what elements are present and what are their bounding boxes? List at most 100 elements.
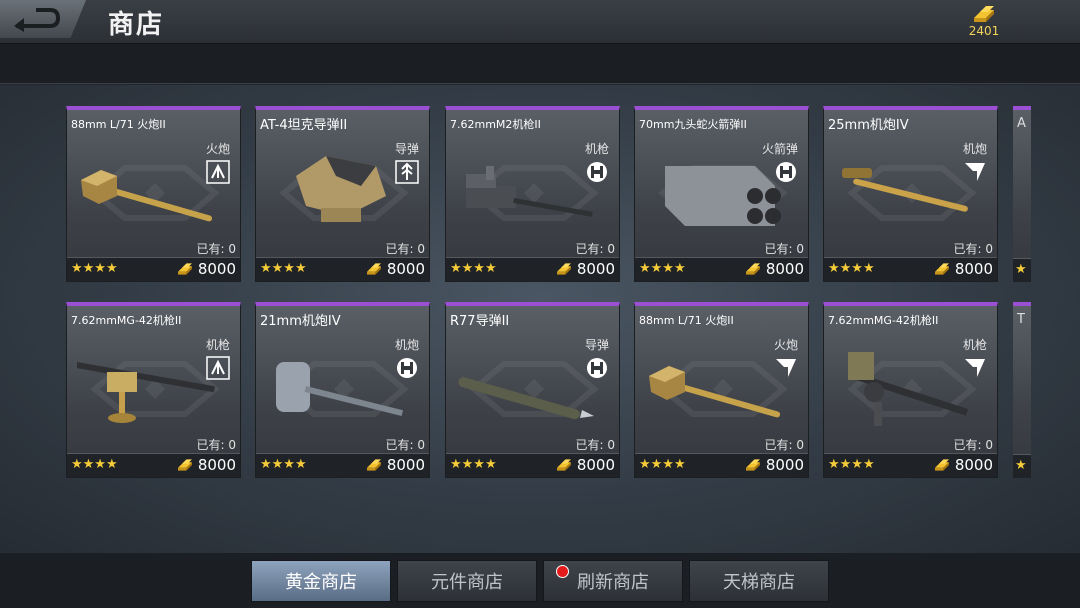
sub-bar [0,44,1080,84]
shop-item-card[interactable]: 88mm L/71 火炮II 火炮 已有: 0 ★★★★ 8000 [66,106,241,282]
star-rating: ★★★★ [71,457,118,472]
weapon-image [645,146,785,236]
shop-grid: 88mm L/71 火炮II 火炮 已有: 0 ★★★★ 8000 AT-4坦克导弹II 导… [0,85,1080,553]
weapon-image [456,146,596,236]
shop-tab-bar: 黄金商店 元件商店 刷新商店 天梯商店 [0,553,1080,608]
weapon-image [266,342,406,432]
owned-count: 已有: 0 [385,438,426,452]
price-value: 8000 [576,456,615,474]
owned-count: 已有: 0 [953,438,994,452]
back-arrow-icon [14,8,61,32]
top-bar: 商店 2401 [0,0,1080,44]
star-rating: ★★★★ [260,457,307,472]
star-rating: ★★★★ [450,261,497,276]
gold-bar-icon [974,6,994,22]
item-price[interactable]: 8000 [174,260,236,278]
item-price[interactable]: 8000 [931,456,993,474]
shop-item-card[interactable]: 21mm机炮IV 机炮 已有: 0 ★★★★ 8000 [255,302,430,478]
gold-currency: 2401 [964,4,1004,38]
gold-bar-icon [556,459,571,471]
shop-item-card[interactable]: 7.62mmMG-42机枪II 机枪 已有: 0 ★★★★ 8000 [66,302,241,478]
gold-bar-icon [934,263,949,275]
shop-item-card[interactable]: AT-4坦克导弹II 导弹 已有: 0 ★★★★ 8000 [255,106,430,282]
item-price[interactable]: 8000 [174,456,236,474]
tab-parts-shop[interactable]: 元件商店 [397,560,537,602]
star-rating: ★★★★ [639,457,686,472]
item-name: R77导弹II [450,314,510,329]
card-footer: ★★★★ 8000 [824,453,997,477]
shop-item-card[interactable]: 70mm九头蛇火箭弹II 火箭弹 已有: 0 ★★★★ 8000 [634,106,809,282]
owned-count: 已有: 0 [764,242,805,256]
price-value: 8000 [765,260,804,278]
weapon-image [834,146,974,236]
owned-count: 已有: 0 [575,242,616,256]
notification-dot [556,565,569,578]
item-price[interactable]: 8000 [363,456,425,474]
weapon-image [456,342,596,432]
gold-bar-icon [366,263,381,275]
tab-label: 天梯商店 [723,572,795,593]
item-name: 7.62mmMG-42机枪II [71,314,182,327]
owned-count: 已有: 0 [764,438,805,452]
item-name: 7.62mmMG-42机枪II [828,314,939,327]
gold-amount: 2401 [968,24,1000,38]
item-name: 21mm机炮IV [260,314,341,329]
item-price[interactable]: 8000 [742,260,804,278]
card-footer: ★★★★ 8000 [256,453,429,477]
tab-label: 黄金商店 [285,572,357,593]
card-footer: ★★★★ 8000 [635,257,808,281]
star-rating: ★★★★ [450,457,497,472]
owned-count: 已有: 0 [953,242,994,256]
shop-item-card[interactable]: 7.62mmM2机枪II 机枪 已有: 0 ★★★★ 8000 [445,106,620,282]
tab-gold-shop[interactable]: 黄金商店 [251,560,391,602]
back-button[interactable] [0,0,86,38]
shop-item-card[interactable]: 7.62mmMG-42机枪II 机枪 已有: 0 ★★★★ 8000 [823,302,998,478]
item-name: 70mm九头蛇火箭弹II [639,118,747,131]
owned-count: 已有: 0 [575,438,616,452]
shop-item-card-partial[interactable]: T ★ [1013,302,1031,478]
card-footer: ★★★★ 8000 [635,453,808,477]
item-name-partial: A [1017,116,1026,131]
tab-label: 元件商店 [431,572,503,593]
star-rating: ★ [1015,458,1027,473]
owned-count: 已有: 0 [385,242,426,256]
item-price[interactable]: 8000 [931,260,993,278]
star-rating: ★★★★ [828,261,875,276]
card-footer: ★★★★ 8000 [256,257,429,281]
item-name: AT-4坦克导弹II [260,118,348,133]
price-value: 8000 [386,456,425,474]
price-value: 8000 [197,456,236,474]
star-rating: ★★★★ [828,457,875,472]
item-price[interactable]: 8000 [742,456,804,474]
item-name: 88mm L/71 火炮II [71,118,166,131]
gold-bar-icon [177,263,192,275]
card-footer: ★★★★ 8000 [67,453,240,477]
shop-item-card[interactable]: 25mm机炮IV 机炮 已有: 0 ★★★★ 8000 [823,106,998,282]
price-value: 8000 [954,260,993,278]
shop-item-card[interactable]: R77导弹II 导弹 已有: 0 ★★★★ 8000 [445,302,620,478]
shop-item-card[interactable]: 88mm L/71 火炮II 火炮 已有: 0 ★★★★ 8000 [634,302,809,478]
card-footer: ★★★★ 8000 [67,257,240,281]
price-value: 8000 [576,260,615,278]
star-rating: ★ [1015,262,1027,277]
gold-bar-icon [366,459,381,471]
gold-bar-icon [934,459,949,471]
item-name-partial: T [1017,312,1025,327]
tab-ladder-shop[interactable]: 天梯商店 [689,560,829,602]
weapon-image [77,146,217,236]
item-price[interactable]: 8000 [553,456,615,474]
item-name: 25mm机炮IV [828,118,909,133]
card-footer: ★★★★ 8000 [824,257,997,281]
shop-item-card-partial[interactable]: A ★ [1013,106,1031,282]
card-footer: ★★★★ 8000 [446,257,619,281]
price-value: 8000 [386,260,425,278]
tab-refresh-shop[interactable]: 刷新商店 [543,560,683,602]
owned-count: 已有: 0 [196,242,237,256]
item-price[interactable]: 8000 [553,260,615,278]
gold-bar-icon [556,263,571,275]
star-rating: ★★★★ [260,261,307,276]
item-price[interactable]: 8000 [363,260,425,278]
gold-bar-icon [745,459,760,471]
page-title: 商店 [108,10,165,40]
item-name: 7.62mmM2机枪II [450,118,541,131]
